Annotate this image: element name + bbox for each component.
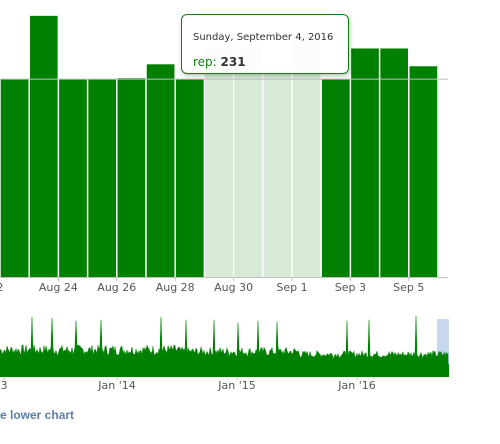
bar-sep-3[interactable] bbox=[321, 79, 350, 278]
navigator-tick-label: 3 bbox=[1, 379, 8, 392]
bar-sep-5[interactable] bbox=[380, 48, 409, 277]
bar-aug-30[interactable] bbox=[205, 46, 233, 277]
navigator-tick-label: Jan '15 bbox=[217, 379, 255, 392]
bar-aug-25[interactable] bbox=[59, 79, 87, 278]
bar-sep-1[interactable] bbox=[263, 65, 292, 278]
navigator-hint-text: e lower chart bbox=[0, 408, 75, 422]
x-tick-label: Sep 1 bbox=[276, 281, 307, 294]
bar-aug-26[interactable] bbox=[88, 79, 117, 278]
bar-aug-31[interactable] bbox=[234, 46, 263, 277]
navigator-chart[interactable]: 3 Jan '14 Jan '15 Jan '16 bbox=[0, 310, 500, 396]
navigator-tick-label: Jan '14 bbox=[97, 379, 135, 392]
bar-aug-24[interactable] bbox=[29, 15, 58, 277]
x-tick-label: 2 bbox=[0, 281, 4, 294]
bar-aug-29[interactable] bbox=[175, 79, 204, 278]
bar-aug-28[interactable] bbox=[146, 64, 175, 277]
x-tick-label: Aug 28 bbox=[156, 281, 195, 294]
bar-aug-27[interactable] bbox=[117, 78, 146, 278]
x-tick-label: Aug 30 bbox=[214, 281, 253, 294]
navigator-area bbox=[0, 315, 449, 365]
bar-aug-23[interactable] bbox=[0, 79, 29, 278]
x-tick-label: Aug 26 bbox=[97, 281, 136, 294]
x-tick-label: Sep 3 bbox=[335, 281, 366, 294]
bar-sep-4[interactable] bbox=[351, 48, 379, 277]
bar-sep-6[interactable] bbox=[409, 66, 438, 278]
tooltip-date: Sunday, September 4, 2016 bbox=[193, 32, 334, 43]
tooltip-value: 231 bbox=[220, 55, 246, 69]
tooltip-value-row: rep: 231 bbox=[193, 55, 246, 69]
tooltip-series-label: rep: bbox=[193, 55, 217, 69]
navigator-baseline bbox=[0, 364, 449, 377]
tooltip: Sunday, September 4, 2016 rep: 231 bbox=[181, 14, 349, 74]
x-tick-label: Aug 24 bbox=[39, 281, 78, 294]
navigator-tick-label: Jan '16 bbox=[337, 379, 375, 392]
x-tick-label: Sep 5 bbox=[393, 281, 424, 294]
